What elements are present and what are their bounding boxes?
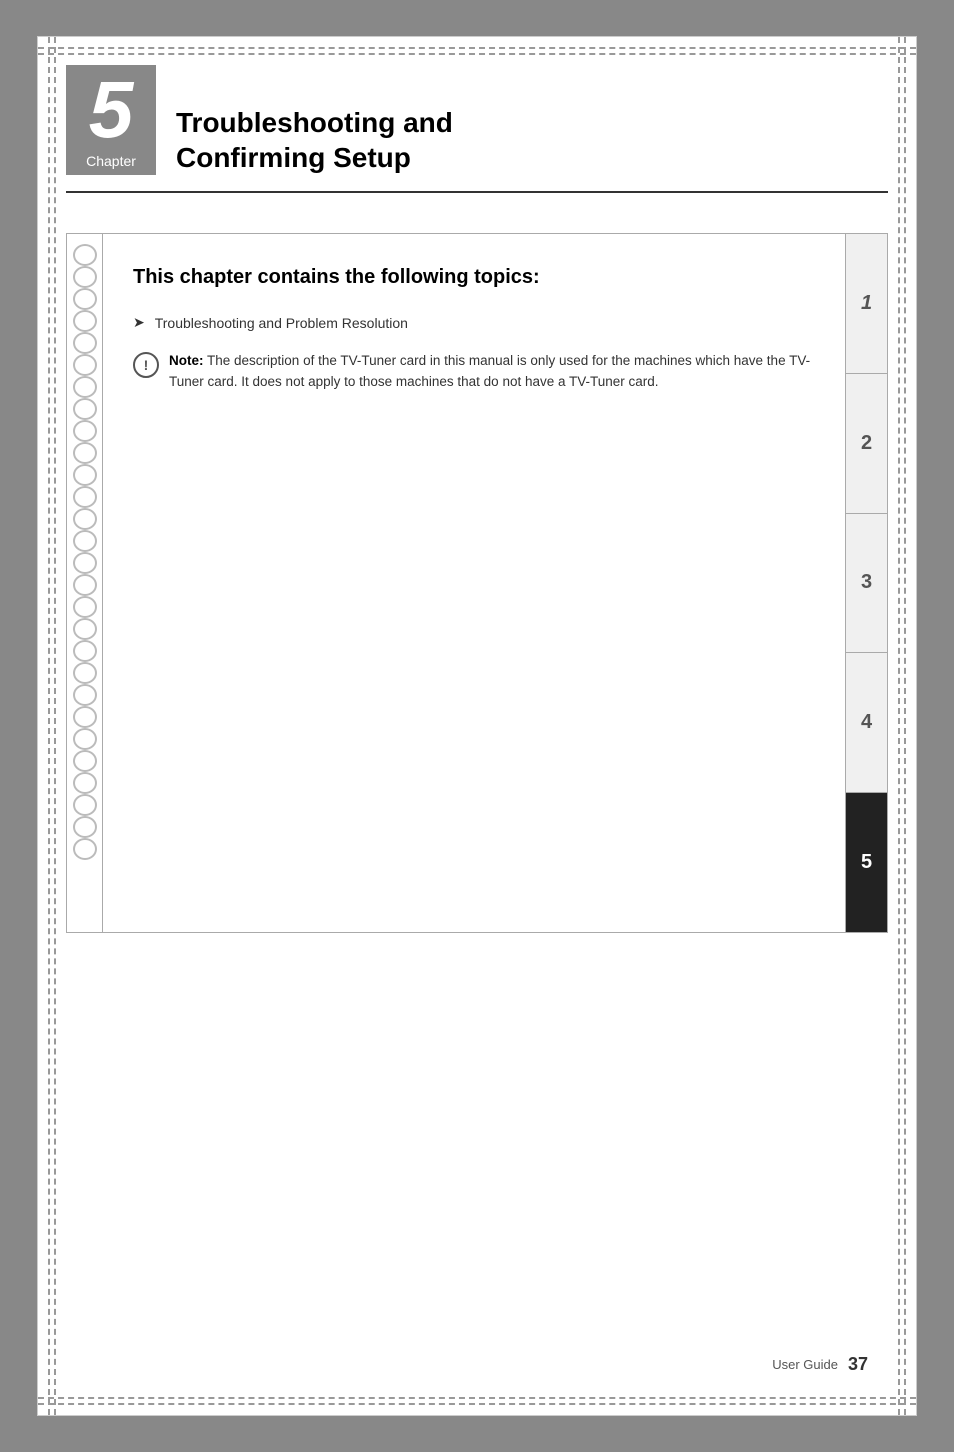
spiral-coil — [73, 772, 97, 794]
tab-item-4[interactable]: 4 — [846, 653, 887, 793]
tab-item-2[interactable]: 2 — [846, 374, 887, 514]
chapter-number: 5 — [89, 70, 134, 150]
dashed-border-bottom — [38, 1397, 916, 1405]
tab-item-3[interactable]: 3 — [846, 514, 887, 654]
page: 5 Chapter Troubleshooting andConfirming … — [37, 36, 917, 1416]
chapter-title: Troubleshooting andConfirming Setup — [176, 105, 453, 175]
note-text: Note: The description of the TV-Tuner ca… — [169, 351, 825, 393]
spiral-coil — [73, 398, 97, 420]
chapter-header: 5 Chapter Troubleshooting andConfirming … — [66, 65, 888, 193]
page-content: 5 Chapter Troubleshooting andConfirming … — [66, 65, 888, 1387]
spiral-coil — [73, 728, 97, 750]
spiral-coil — [73, 354, 97, 376]
spiral-coil — [73, 662, 97, 684]
footer-label: User Guide — [772, 1357, 838, 1372]
footer: User Guide 37 — [772, 1354, 868, 1375]
spiral-coil — [73, 486, 97, 508]
spiral-coil — [73, 310, 97, 332]
chapter-label: Chapter — [86, 153, 136, 169]
footer-page-number: 37 — [848, 1354, 868, 1375]
spiral-coil — [73, 794, 97, 816]
spiral-coil — [73, 420, 97, 442]
toc-item: ➤ Troubleshooting and Problem Resolution — [133, 314, 825, 331]
spiral-coil — [73, 618, 97, 640]
tab-item-5[interactable]: 5 — [846, 793, 887, 932]
note-block: ! Note: The description of the TV-Tuner … — [133, 351, 825, 393]
spiral-coil — [73, 530, 97, 552]
chapter-number-block: 5 Chapter — [66, 65, 156, 175]
toc-arrow-icon: ➤ — [133, 314, 145, 331]
dashed-border-top — [38, 47, 916, 55]
notebook-box: This chapter contains the following topi… — [66, 233, 888, 933]
spiral-binding — [67, 234, 103, 932]
toc-heading: This chapter contains the following topi… — [133, 264, 825, 290]
spiral-coil — [73, 552, 97, 574]
note-body: The description of the TV-Tuner card in … — [169, 353, 810, 389]
spiral-coil — [73, 816, 97, 838]
spiral-coil — [73, 508, 97, 530]
spiral-coil — [73, 332, 97, 354]
tab-item-1[interactable]: 1 — [846, 234, 887, 374]
tab-navigation: 1 2 3 4 5 — [845, 234, 887, 932]
spiral-coil — [73, 442, 97, 464]
toc-item-label: Troubleshooting and Problem Resolution — [155, 315, 408, 331]
spiral-coil — [73, 706, 97, 728]
spiral-coil — [73, 288, 97, 310]
dashed-border-right — [898, 37, 906, 1415]
spiral-coil — [73, 464, 97, 486]
spiral-coil — [73, 838, 97, 860]
spiral-coil — [73, 640, 97, 662]
spiral-coil — [73, 574, 97, 596]
spiral-coil — [73, 750, 97, 772]
note-icon: ! — [133, 352, 159, 378]
spiral-coil — [73, 244, 97, 266]
note-label: Note: — [169, 353, 204, 368]
spiral-coil — [73, 376, 97, 398]
spiral-coil — [73, 684, 97, 706]
notebook-inner: This chapter contains the following topi… — [103, 234, 845, 932]
spiral-coil — [73, 596, 97, 618]
dashed-border-left — [48, 37, 56, 1415]
spiral-coil — [73, 266, 97, 288]
